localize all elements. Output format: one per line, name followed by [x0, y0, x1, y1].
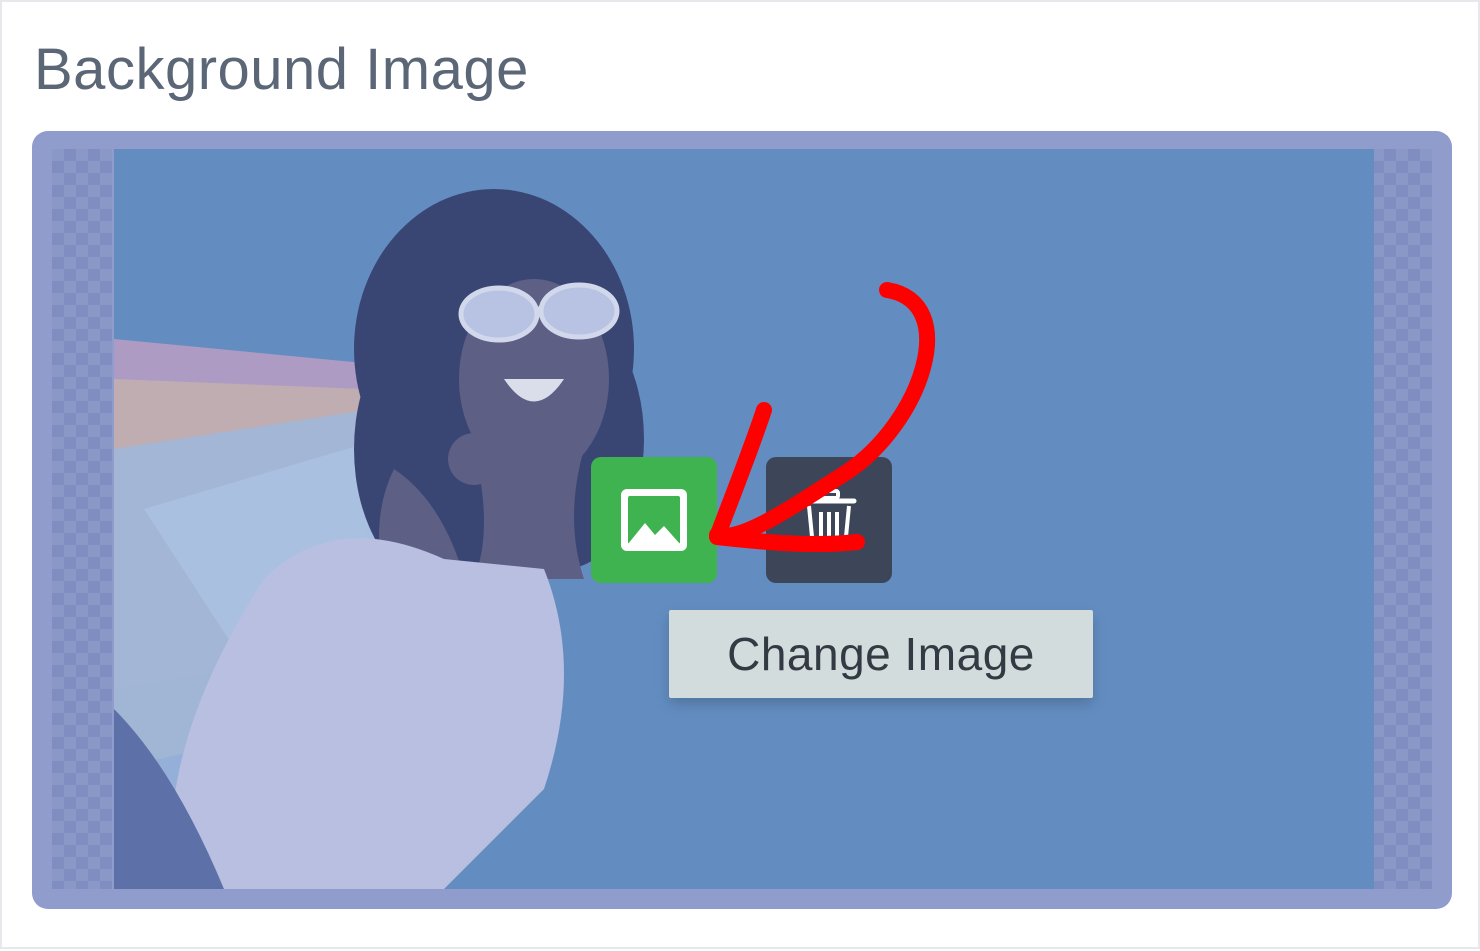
background-image-preview [32, 131, 1452, 909]
photo-dim-overlay [114, 149, 1374, 889]
trash-icon [801, 489, 857, 549]
transparency-checker-right [1372, 149, 1432, 889]
image-icon [621, 489, 687, 551]
section-title: Background Image [34, 37, 529, 102]
background-photo [114, 149, 1374, 889]
settings-card: Background Image Change Image [0, 0, 1480, 949]
delete-image-button[interactable] [766, 457, 892, 583]
transparency-checker-left [52, 149, 112, 889]
change-image-button[interactable] [591, 457, 717, 583]
change-image-tooltip: Change Image [669, 610, 1093, 698]
